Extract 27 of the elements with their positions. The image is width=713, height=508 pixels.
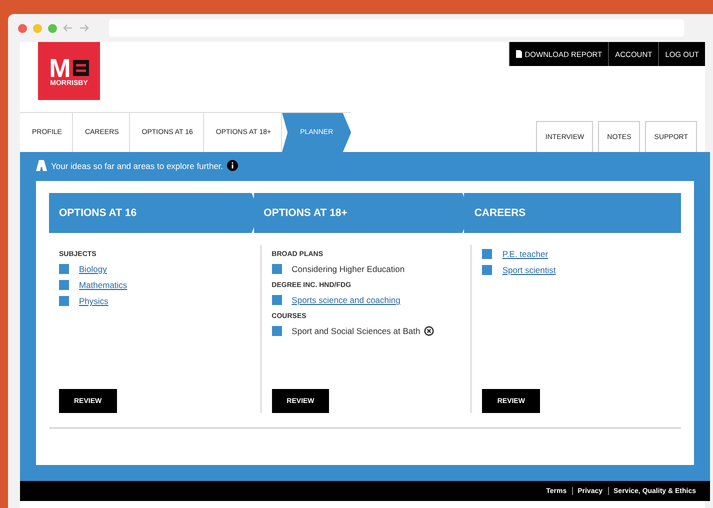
item-link[interactable]: P.E. teacher (502, 249, 548, 259)
info-icon[interactable] (227, 160, 238, 171)
panel-title: Your ideas so far and areas to explore further. (51, 160, 224, 170)
back-arrow-icon[interactable] (63, 23, 73, 33)
bullet-square-icon (272, 264, 282, 274)
close-icon[interactable] (18, 24, 27, 32)
item-text: Considering Higher Education (292, 264, 405, 274)
road-icon (36, 160, 47, 171)
bullet-square-icon (59, 280, 69, 290)
document-icon (516, 50, 522, 58)
forward-arrow-icon[interactable] (79, 23, 89, 33)
bullet-square-icon (482, 249, 492, 259)
bullet-square-icon (272, 295, 282, 305)
column-header: CAREERS (464, 193, 682, 233)
remove-icon[interactable] (424, 326, 434, 336)
item-link[interactable]: Sports science and coaching (292, 295, 400, 305)
item-link[interactable]: Mathematics (79, 280, 128, 290)
bullet-square-icon (482, 265, 492, 275)
maximize-icon[interactable] (48, 24, 57, 32)
minimize-icon[interactable] (33, 24, 42, 32)
bullet-square-icon (59, 296, 69, 306)
item-link[interactable]: Sport scientist (502, 265, 556, 275)
bullet-square-icon (59, 264, 69, 274)
bullet-square-icon (272, 326, 282, 336)
item-text: Sport and Social Sciences at Bath (292, 326, 420, 336)
item-link[interactable]: Biology (79, 264, 107, 274)
item-link[interactable]: Physics (79, 296, 108, 306)
